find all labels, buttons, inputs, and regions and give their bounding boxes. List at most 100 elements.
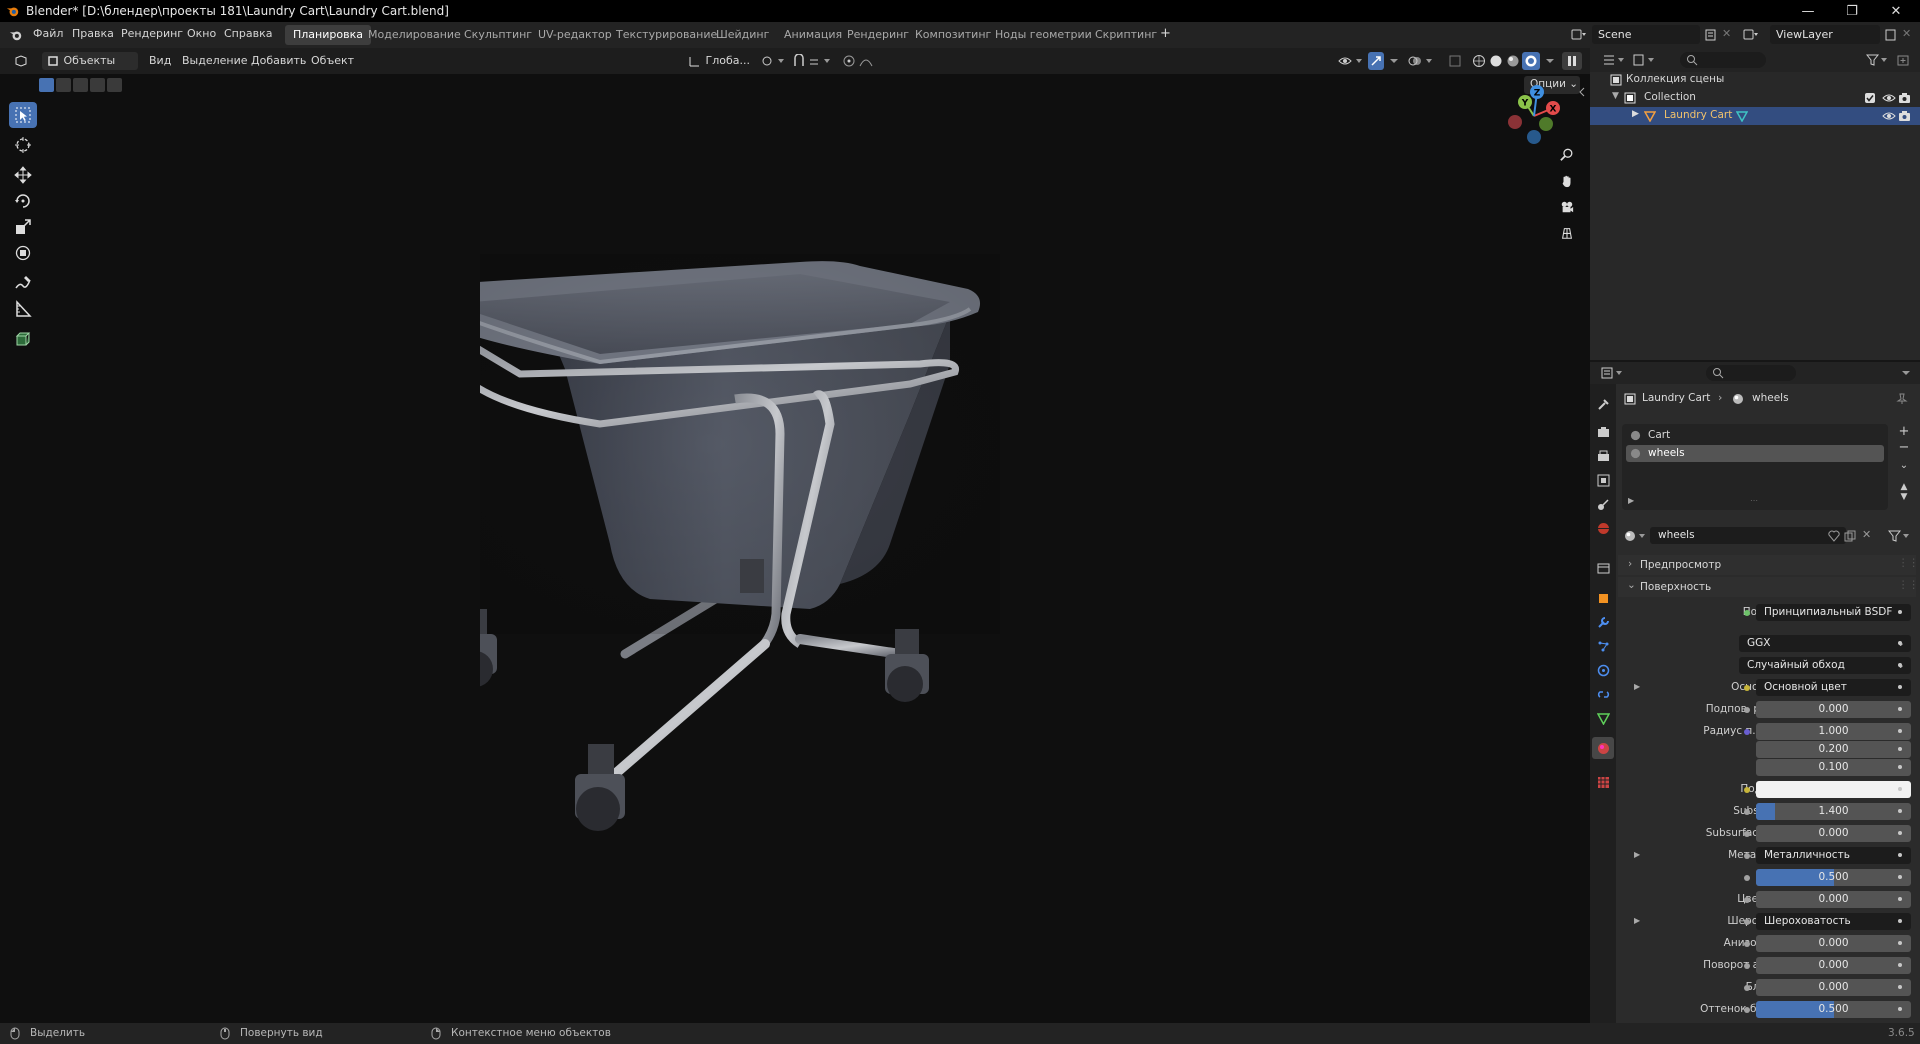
list-expand-icon[interactable]: ▶ [1628, 496, 1634, 505]
add-slot-button[interactable]: + [1896, 424, 1912, 440]
number-field[interactable]: 0.000 [1756, 935, 1911, 952]
socket-icon[interactable] [1744, 853, 1750, 859]
pivot-point-icon[interactable] [760, 54, 786, 68]
sidebar-toggle-icon[interactable] [1578, 86, 1586, 98]
socket-icon[interactable] [1744, 685, 1750, 691]
workspace-tab[interactable]: Шейдинг [708, 25, 777, 45]
blender-menu-icon[interactable] [9, 28, 23, 42]
workspace-tab[interactable]: Моделирование [360, 25, 469, 45]
expand-socket-icon[interactable]: ▶ [1634, 916, 1640, 925]
tab-world[interactable] [1592, 517, 1614, 539]
socket-icon[interactable] [1744, 831, 1750, 837]
ortho-toggle-button[interactable] [1556, 222, 1578, 244]
scene-name-field[interactable]: Scene [1592, 25, 1700, 44]
tab-output[interactable] [1592, 445, 1614, 467]
keyframe-dot-icon[interactable] [1898, 663, 1902, 667]
number-field[interactable]: 0.000 [1756, 701, 1911, 718]
menu-window[interactable]: Окно [187, 27, 216, 40]
keyframe-dot-icon[interactable] [1898, 685, 1902, 689]
keyframe-dot-icon[interactable] [1898, 875, 1902, 879]
tab-scene[interactable] [1592, 493, 1614, 515]
tab-data[interactable] [1592, 707, 1614, 729]
tool-move[interactable] [9, 162, 37, 188]
shading-solid-icon[interactable] [1489, 54, 1503, 68]
collapse-arrow-icon[interactable]: ▼ [1612, 91, 1619, 101]
gizmo-dropdown-icon[interactable] [1388, 54, 1400, 68]
keyframe-dot-icon[interactable] [1898, 919, 1902, 923]
panel-preview[interactable]: › Предпросмотр ⋮⋮ [1618, 555, 1919, 575]
material-slots-list[interactable]: Cart wheels ▶ ⋯ [1622, 424, 1888, 510]
editor-type-button[interactable] [10, 52, 38, 70]
tab-collection[interactable] [1592, 557, 1614, 579]
browse-material-icon[interactable] [1624, 529, 1648, 543]
number-field[interactable]: 1.000 [1756, 723, 1911, 740]
tool-select-box[interactable] [9, 102, 37, 128]
panel-surface[interactable]: ⌄ Поверхность ⋮⋮ [1618, 577, 1919, 597]
keyframe-dot-icon[interactable] [1898, 707, 1902, 711]
snap-icon[interactable] [792, 54, 832, 68]
tab-modifiers[interactable] [1592, 611, 1614, 633]
expand-socket-icon[interactable]: ▶ [1634, 682, 1640, 691]
socket-icon[interactable] [1744, 963, 1750, 969]
outliner-row-scene-collection[interactable]: Коллекция сцены [1590, 71, 1920, 89]
move-slot-up-button[interactable]: ▲ [1896, 476, 1912, 492]
keyframe-dot-icon[interactable] [1898, 1007, 1902, 1011]
socket-icon[interactable] [1744, 809, 1750, 815]
expand-socket-icon[interactable]: ▶ [1634, 850, 1640, 859]
number-field[interactable]: 0.500 [1756, 869, 1911, 886]
workspace-tab[interactable]: Скриптинг [1087, 25, 1165, 45]
number-field[interactable]: 0.200 [1756, 741, 1911, 758]
socket-icon[interactable] [1744, 707, 1750, 713]
pause-render-button[interactable] [1562, 52, 1582, 70]
tab-object[interactable] [1592, 587, 1614, 609]
pan-button[interactable] [1556, 170, 1578, 192]
display-mode-icon[interactable] [1632, 53, 1656, 67]
select-invert-button[interactable] [90, 78, 105, 92]
menu-edit[interactable]: Правка [72, 27, 114, 40]
tool-cursor[interactable] [9, 132, 37, 158]
tab-constraints[interactable] [1592, 683, 1614, 705]
dropdown-field[interactable]: Случайный обход⌄ [1739, 657, 1911, 674]
filter-icon[interactable] [1866, 53, 1888, 67]
keyframe-dot-icon[interactable] [1898, 787, 1902, 791]
drag-handle-icon[interactable]: ⋮⋮ [1898, 557, 1919, 569]
keyframe-dot-icon[interactable] [1898, 897, 1902, 901]
tab-material[interactable] [1592, 737, 1614, 759]
menu-render[interactable]: Рендеринг [121, 27, 183, 40]
add-menu[interactable]: Добавить [247, 52, 310, 70]
socket-icon[interactable] [1744, 610, 1750, 616]
drag-handle-icon[interactable]: ⋮⋮ [1898, 579, 1919, 591]
socket-icon[interactable] [1744, 1007, 1750, 1013]
socket-icon[interactable] [1744, 897, 1750, 903]
socket-icon[interactable] [1744, 729, 1750, 735]
scene-selector-icon[interactable] [1571, 28, 1587, 42]
keyframe-dot-icon[interactable] [1898, 853, 1902, 857]
material-slot-wheels[interactable]: wheels [1626, 445, 1884, 462]
workspace-tab[interactable]: UV-редактор [530, 25, 620, 45]
linked-input-field[interactable]: Металличность [1756, 847, 1911, 864]
tool-rotate[interactable] [9, 188, 37, 214]
unlink-material-icon[interactable]: ✕ [1862, 528, 1871, 541]
view-layer-icon[interactable] [1743, 28, 1759, 42]
keyframe-dot-icon[interactable] [1898, 610, 1902, 614]
select-extend-button[interactable] [56, 78, 71, 92]
slot-specials-button[interactable]: ⌄ [1896, 456, 1912, 476]
overlays-icon[interactable] [1408, 54, 1434, 68]
workspace-tab[interactable]: Рендеринг [839, 25, 917, 45]
xray-icon[interactable] [1448, 54, 1462, 68]
number-field[interactable]: 0.000 [1756, 825, 1911, 842]
workspace-tab[interactable]: Ноды геометрии [987, 25, 1100, 45]
list-resize-handle[interactable]: ⋯ [1750, 496, 1758, 505]
tab-render[interactable] [1592, 421, 1614, 443]
fake-user-icon[interactable] [1828, 530, 1840, 542]
keyframe-dot-icon[interactable] [1898, 941, 1902, 945]
keyframe-dot-icon[interactable] [1898, 985, 1902, 989]
new-view-layer-icon[interactable] [1884, 28, 1898, 42]
mode-dropdown[interactable]: Объекты [42, 52, 138, 70]
tab-tool[interactable] [1592, 393, 1614, 415]
minimize-button[interactable]: — [1786, 0, 1830, 22]
close-button[interactable]: ✕ [1874, 0, 1918, 22]
number-field[interactable]: 1.400 [1756, 803, 1911, 820]
select-intersect-button[interactable] [107, 78, 122, 92]
new-scene-icon[interactable] [1704, 28, 1718, 42]
